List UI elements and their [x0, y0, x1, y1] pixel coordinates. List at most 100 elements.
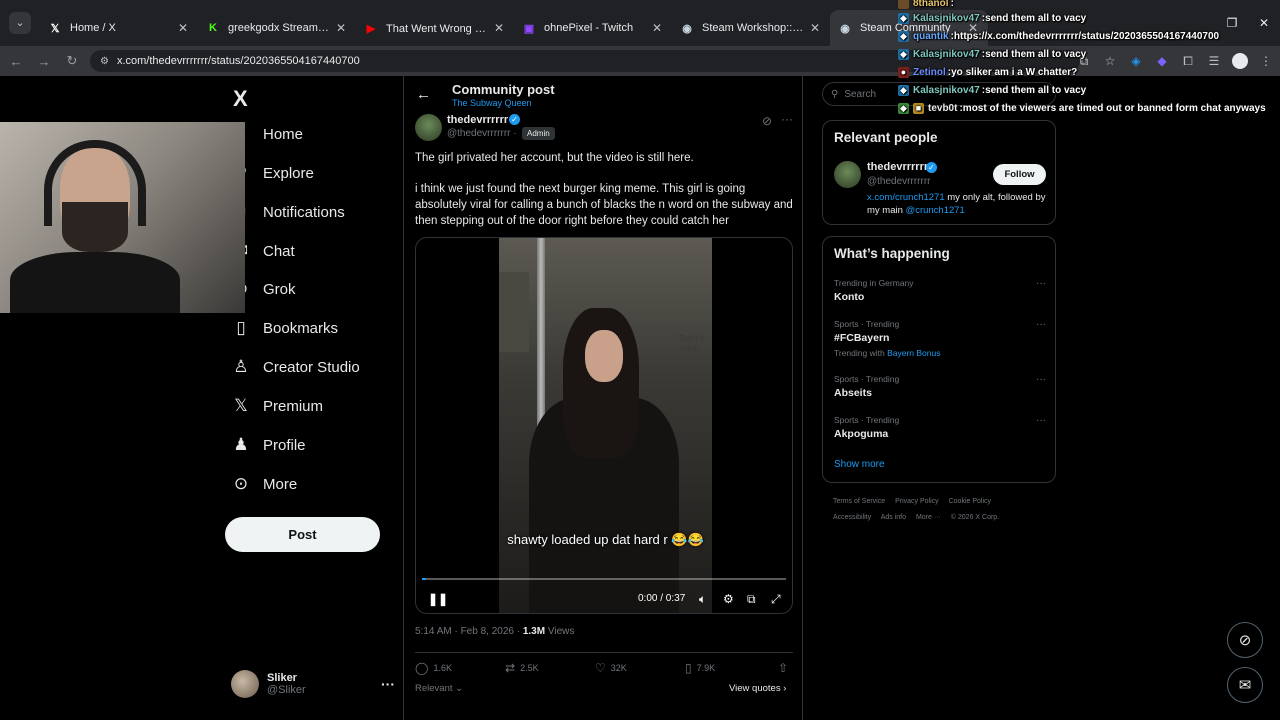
subway-panel: [499, 272, 529, 352]
chat-line: ◆ Kalasjnikov47: send them all to vacy: [898, 82, 1086, 99]
footer-link[interactable]: More ···: [916, 514, 941, 521]
close-tab-icon[interactable]: ✕: [808, 21, 822, 35]
footer-link[interactable]: Cookie Policy: [949, 498, 991, 505]
footer-link[interactable]: Ads info: [881, 514, 906, 521]
trend-category: Sports · Trending: [834, 415, 900, 425]
person-handle[interactable]: @thedevrrrrrrr: [867, 176, 931, 187]
messages-float-button[interactable]: ✉: [1227, 667, 1263, 703]
video-player[interactable]: Don't b subw shawty loaded up dat hard r…: [415, 237, 793, 614]
browser-tab[interactable]: 𝕏 Home / X ✕: [40, 10, 198, 46]
person-bio: x.com/crunch1271 my only alt, followed b…: [867, 191, 1052, 217]
stream-chat-overlay: 8thanol: ◆ Kalasjnikov47: send them all t…: [898, 0, 1278, 120]
close-tab-icon[interactable]: ✕: [650, 21, 664, 35]
chat-message: https://x.com/thedevrrrrrrr/status/20203…: [953, 31, 1220, 42]
site-info-icon[interactable]: ⚙: [100, 56, 109, 67]
avatar[interactable]: [415, 114, 442, 141]
chat-user: quantik: [913, 31, 949, 42]
close-tab-icon[interactable]: ✕: [334, 21, 348, 35]
trend-item[interactable]: Sports · Trending Abseits ···: [834, 374, 1046, 399]
chat-user: Kalasjnikov47: [913, 49, 980, 60]
chat-line: ◆ quantik: https://x.com/thedevrrrrrrr/st…: [898, 28, 1219, 45]
volume-icon[interactable]: 🔈︎: [699, 592, 706, 607]
more-options-icon[interactable]: ···: [1036, 278, 1046, 289]
x-logo[interactable]: X: [233, 86, 248, 112]
bio-mention[interactable]: @crunch1271: [906, 205, 965, 216]
browser-tab[interactable]: ◉ Steam Workshop::Black Ops 3 C ✕: [672, 10, 830, 46]
repost-button[interactable]: ⇄ 2.5K: [505, 661, 595, 675]
share-button[interactable]: ⇧: [778, 661, 793, 675]
chat-message: send them all to vacy: [985, 13, 1087, 24]
pause-icon[interactable]: ❚❚: [428, 592, 448, 606]
footer-link[interactable]: Accessibility: [833, 514, 871, 521]
show-more-link[interactable]: Show more: [834, 459, 885, 470]
heart-icon: ♡: [595, 660, 606, 675]
trend-item[interactable]: Sports · Trending Akpoguma ···: [834, 415, 1046, 440]
person-name[interactable]: thedevrrrrrr: [867, 161, 928, 173]
more-options-icon[interactable]: ···: [781, 112, 793, 126]
footer-link[interactable]: Privacy Policy: [895, 498, 939, 505]
reply-button[interactable]: ◯ 1.6K: [415, 661, 505, 675]
trend-item[interactable]: Sports · Trending #FCBayern Trending wit…: [834, 319, 1046, 358]
reply-count: 1.6K: [433, 662, 452, 673]
browser-tab[interactable]: ▶ That Went Wrong Real Quick 🔒 ✕: [356, 10, 514, 46]
post-text-line: The girl privated her account, but the v…: [415, 152, 694, 164]
ellipsis-icon: ···: [381, 676, 395, 692]
chat-user: Kalasjnikov47: [913, 85, 980, 96]
profile-icon: ♟: [233, 435, 249, 454]
grok-icon[interactable]: ⊘: [762, 114, 772, 128]
premium-icon: 𝕏: [234, 396, 248, 415]
grok-float-button[interactable]: ⊘: [1227, 622, 1263, 658]
back-arrow-icon[interactable]: ←: [4, 54, 28, 69]
trend-name: Abseits: [834, 387, 872, 399]
page-title: Community post: [452, 82, 555, 97]
browser-tab[interactable]: K greekgodx Stream - Watch Live ✕: [198, 10, 356, 46]
chat-user: Zetinol: [913, 67, 946, 78]
whats-happening-title: What’s happening: [834, 246, 950, 261]
bio-link[interactable]: x.com/crunch1271: [867, 192, 945, 203]
account-handle: @Sliker: [267, 684, 306, 696]
left-nav: X ⌂Home ⚲Explore ♫Notifications ✉Chat ⊘G…: [225, 76, 405, 720]
relevant-people-title: Relevant people: [834, 130, 938, 145]
fullscreen-icon[interactable]: ⤢: [771, 592, 781, 607]
close-tab-icon[interactable]: ✕: [492, 21, 506, 35]
reload-icon[interactable]: ↻: [60, 53, 84, 69]
nav-item-creator-studio[interactable]: ♙ Creator Studio: [225, 350, 359, 384]
post-timestamp[interactable]: 5:14 AM · Feb 8, 2026 ·: [415, 626, 523, 637]
account-switcher[interactable]: Sliker @Sliker ···: [231, 666, 395, 702]
forward-arrow-icon[interactable]: →: [32, 54, 56, 69]
footer-link[interactable]: Terms of Service: [833, 498, 885, 505]
video-time: 0:00 / 0:37: [638, 593, 686, 604]
bookmark-button[interactable]: ▯ 7.9K: [685, 661, 775, 675]
follow-button[interactable]: Follow: [993, 164, 1046, 185]
avatar[interactable]: [834, 161, 861, 188]
nav-item-more[interactable]: ⊙ More: [225, 467, 297, 501]
chat-message: :: [950, 0, 954, 9]
view-quotes-link[interactable]: View quotes ›: [729, 683, 786, 694]
more-options-icon[interactable]: ···: [1036, 415, 1046, 426]
post-actions: ◯ 1.6K ⇄ 2.5K ♡ 32K ▯ 7.9K ⇧: [415, 652, 793, 682]
trend-with-link[interactable]: Bayern Bonus: [887, 348, 940, 358]
video-progress-bar[interactable]: [422, 578, 786, 580]
trend-item[interactable]: Trending in Germany Konto ···: [834, 278, 1046, 303]
close-tab-icon[interactable]: ✕: [176, 21, 190, 35]
post-button[interactable]: Post: [225, 517, 380, 552]
nav-item-premium[interactable]: 𝕏 Premium: [225, 389, 323, 423]
browser-tab[interactable]: ▣ ohnePixel - Twitch ✕: [514, 10, 672, 46]
chat-line: ◆ ■ tevb0t: most of the viewers are timed …: [898, 100, 1266, 117]
reply-sort-dropdown[interactable]: Relevant ⌄: [415, 683, 463, 694]
author-handle[interactable]: @thedevrrrrrrr ·: [447, 128, 517, 139]
community-link[interactable]: The Subway Queen: [452, 98, 532, 108]
nav-item-profile[interactable]: ♟ Profile: [225, 428, 305, 462]
pip-icon[interactable]: ⧉: [747, 592, 756, 607]
more-options-icon[interactable]: ···: [1036, 319, 1046, 330]
repost-count: 2.5K: [520, 662, 539, 673]
trend-name: Konto: [834, 291, 865, 303]
more-options-icon[interactable]: ···: [1036, 374, 1046, 385]
nav-item-bookmarks[interactable]: ▯ Bookmarks: [225, 311, 338, 345]
author-name[interactable]: thedevrrrrrr: [447, 114, 508, 126]
tab-search-button[interactable]: ⌄: [0, 0, 40, 46]
views-count: 1.3M: [522, 626, 546, 637]
settings-icon[interactable]: ⚙: [723, 592, 734, 606]
back-arrow-icon[interactable]: ←: [416, 86, 431, 103]
like-button[interactable]: ♡ 32K: [595, 661, 685, 675]
